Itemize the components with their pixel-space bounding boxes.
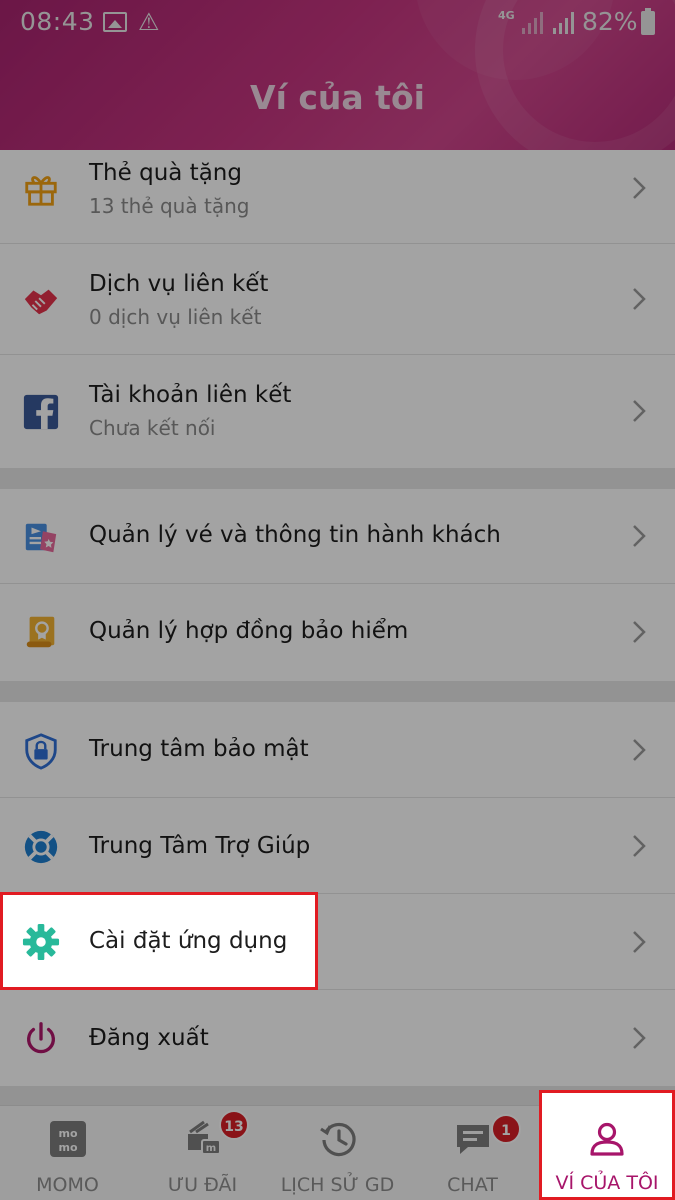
menu-item-help-center[interactable]: Trung Tâm Trợ Giúp xyxy=(0,798,675,894)
notification-badge: 13 xyxy=(219,1110,249,1140)
lifebuoy-icon xyxy=(24,830,58,864)
chevron-right-icon xyxy=(633,177,646,199)
nav-label: CHAT xyxy=(447,1174,498,1196)
page-title: Ví của tôi xyxy=(250,78,425,117)
svg-text:mo: mo xyxy=(58,1141,77,1154)
chevron-right-icon xyxy=(633,835,646,857)
section-divider xyxy=(0,681,675,702)
status-bar: 08:43 ⚠ 4G 82% xyxy=(0,0,675,44)
status-time: 08:43 xyxy=(20,7,95,36)
svg-text:m: m xyxy=(205,1143,215,1154)
menu-item-insurance[interactable]: Quản lý hợp đồng bảo hiểm xyxy=(0,584,675,681)
warning-icon: ⚠ xyxy=(138,8,160,36)
chevron-right-icon xyxy=(633,525,646,547)
shield-lock-icon xyxy=(25,733,57,770)
chevron-right-icon xyxy=(633,400,646,422)
menu-item-security-center[interactable]: Trung tâm bảo mật xyxy=(0,702,675,798)
menu-item-title: Đăng xuất xyxy=(89,1025,209,1051)
nav-history[interactable]: LỊCH SỬ GD xyxy=(270,1106,405,1200)
nav-label: VÍ CỦA TÔI xyxy=(555,1172,659,1194)
nav-label: ƯU ĐÃI xyxy=(167,1174,238,1196)
facebook-icon xyxy=(23,394,59,430)
menu-item-title: Trung tâm bảo mật xyxy=(89,736,309,762)
section-divider xyxy=(0,468,675,489)
menu-item-title: Tài khoản liên kết xyxy=(89,382,292,408)
network-type: 4G xyxy=(498,9,515,22)
insurance-scroll-icon xyxy=(26,616,55,648)
gear-icon xyxy=(22,923,60,961)
chevron-right-icon xyxy=(633,1027,646,1049)
menu-item-title: Trung Tâm Trợ Giúp xyxy=(89,833,311,859)
nav-chat[interactable]: 1 CHAT xyxy=(405,1106,540,1200)
menu-item-app-settings[interactable]: Cài đặt ứng dụng xyxy=(0,892,318,990)
chevron-right-icon xyxy=(633,621,646,643)
menu-item-linked-services[interactable]: Dịch vụ liên kết 0 dịch vụ liên kết xyxy=(0,244,675,355)
menu-item-tickets[interactable]: Quản lý vé và thông tin hành khách xyxy=(0,489,675,584)
power-icon xyxy=(27,1022,55,1054)
nav-my-wallet[interactable]: VÍ CỦA TÔI xyxy=(539,1090,675,1200)
menu-item-title: Thẻ quà tặng xyxy=(89,160,242,186)
ticket-icon xyxy=(25,523,57,553)
menu-item-title: Quản lý hợp đồng bảo hiểm xyxy=(89,618,409,644)
menu-item-subtitle: 0 dịch vụ liên kết xyxy=(89,305,262,329)
app-header: 08:43 ⚠ 4G 82% Ví của tôi xyxy=(0,0,675,150)
chat-icon xyxy=(456,1125,489,1154)
menu-item-logout[interactable]: Đăng xuất xyxy=(0,990,675,1086)
nav-label: LỊCH SỬ GD xyxy=(280,1174,395,1196)
chevron-right-icon xyxy=(633,931,646,953)
handshake-icon xyxy=(24,289,58,315)
history-icon xyxy=(319,1122,356,1157)
menu-item-subtitle: Chưa kết nối xyxy=(89,416,216,440)
signal-icon xyxy=(522,12,544,34)
gift-icon xyxy=(25,176,57,206)
svg-text:mo: mo xyxy=(58,1127,77,1140)
nav-promotions[interactable]: m 13 ƯU ĐÃI xyxy=(135,1106,270,1200)
menu-item-title: Dịch vụ liên kết xyxy=(89,271,269,297)
signal-icon-2 xyxy=(553,12,575,34)
menu-item-title: Quản lý vé và thông tin hành khách xyxy=(89,522,501,548)
battery-icon xyxy=(641,8,655,35)
menu-item-linked-accounts[interactable]: Tài khoản liên kết Chưa kết nối xyxy=(0,355,675,468)
menu-item-subtitle: 13 thẻ quà tặng xyxy=(89,194,250,218)
momo-logo-icon: mo mo xyxy=(49,1121,86,1157)
chevron-right-icon xyxy=(633,739,646,761)
battery-level: 82% xyxy=(582,7,638,36)
notification-badge: 1 xyxy=(491,1114,521,1144)
menu-item-gift-cards[interactable]: Thẻ quà tặng 13 thẻ quà tặng xyxy=(0,150,675,244)
menu-item-title: Cài đặt ứng dụng xyxy=(89,928,288,954)
chevron-right-icon xyxy=(633,288,646,310)
promo-icon: m xyxy=(187,1120,221,1155)
gallery-notification-icon xyxy=(103,12,127,32)
nav-label: MOMO xyxy=(36,1174,99,1196)
user-icon xyxy=(590,1122,624,1156)
nav-momo[interactable]: mo mo MOMO xyxy=(0,1106,135,1200)
